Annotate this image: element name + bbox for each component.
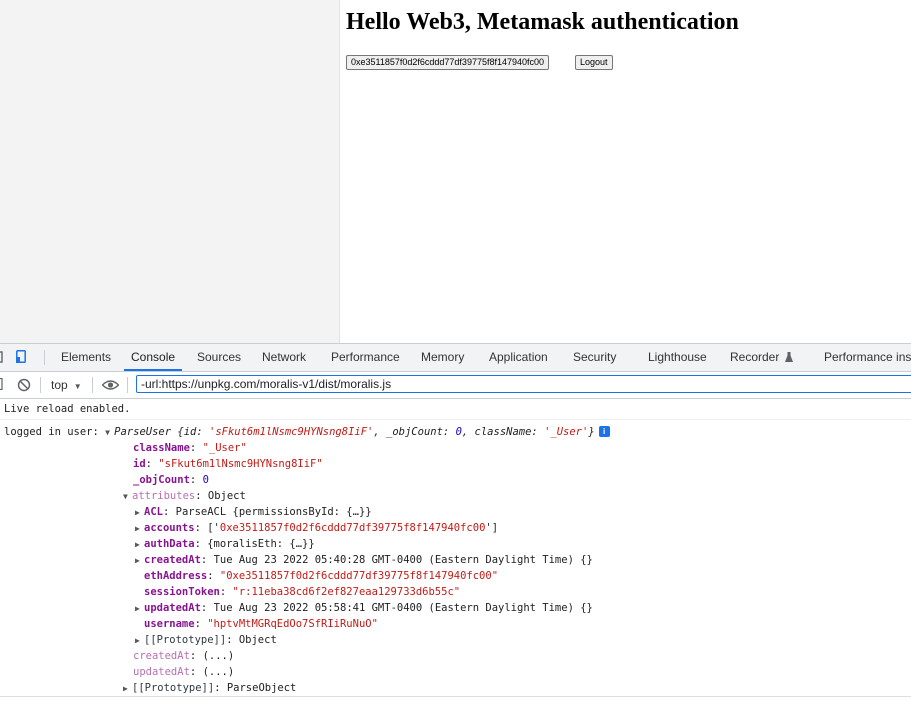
- sidebar-toggle-icon[interactable]: [0, 378, 3, 390]
- prop-classname: className: "_User": [133, 442, 247, 454]
- tab-separator: [44, 350, 45, 365]
- page-title: Hello Web3, Metamask authentication: [346, 9, 739, 35]
- logout-button[interactable]: Logout: [575, 55, 613, 70]
- tab-elements[interactable]: Elements: [61, 344, 111, 371]
- tab-network[interactable]: Network: [262, 344, 306, 371]
- console-message-user-log: logged in user: ▼ ParseUser {id: 'sFkut6m…: [0, 420, 911, 700]
- context-selector[interactable]: top ▼: [51, 376, 82, 394]
- log-prefix: logged in user:: [4, 426, 99, 438]
- prop-id: id: "sFkut6m1lNsmc9HYNsng8IiF": [133, 458, 323, 470]
- expand-arrow-icon[interactable]: ▼: [105, 425, 114, 441]
- getter-updatedat[interactable]: updatedAt: (...): [133, 664, 234, 680]
- devtools-tab-bar: Elements Console Sources Network Perform…: [0, 344, 911, 372]
- object-type[interactable]: ParseUser: [114, 426, 171, 438]
- collapse-arrow-icon: ▶: [135, 508, 140, 517]
- tab-sources[interactable]: Sources: [197, 344, 241, 371]
- flask-icon: [784, 352, 793, 362]
- device-toolbar-icon[interactable]: [16, 350, 26, 363]
- attr-acl[interactable]: ▶ ACL: ParseACL {permissionsById: {…}}: [135, 504, 372, 520]
- console-filter-input[interactable]: [136, 375, 911, 393]
- collapse-arrow-icon: ▶: [123, 684, 128, 693]
- attr-updatedat[interactable]: ▶ updatedAt: Tue Aug 23 2022 05:58:41 GMT…: [135, 600, 593, 616]
- collapse-arrow-icon: ▶: [135, 540, 140, 549]
- console-message-live-reload: Live reload enabled.: [0, 399, 911, 420]
- toolbar-separator: [40, 377, 41, 393]
- clear-console-icon[interactable]: [17, 378, 31, 392]
- tab-application[interactable]: Application: [489, 344, 548, 371]
- left-empty-pane: [0, 0, 340, 343]
- context-selector-value: top: [51, 378, 68, 392]
- object-summary: {id: 'sFkut6m1lNsmc9HYNsng8IiF', _objCou…: [177, 426, 595, 438]
- console-output: Live reload enabled. logged in user: ▼ Pa…: [0, 399, 911, 723]
- object-prototype[interactable]: ▶ [[Prototype]]: ParseObject: [123, 680, 296, 696]
- web-page-viewport: Hello Web3, Metamask authentication 0xe3…: [340, 0, 911, 343]
- tab-performance-insights[interactable]: Performance insi: [824, 344, 911, 371]
- expand-arrow-icon: ▼: [123, 492, 128, 501]
- tab-lighthouse[interactable]: Lighthouse: [648, 344, 707, 371]
- live-reload-text: Live reload enabled.: [4, 403, 131, 415]
- live-expression-eye-icon[interactable]: [102, 379, 119, 391]
- attr-username: username: "hptvMtMGRqEdOo7SfRIiRuNuO": [144, 618, 378, 630]
- toolbar-separator: [92, 377, 93, 393]
- log-line-header: logged in user: ▼ ParseUser {id: 'sFkut6m…: [4, 424, 610, 440]
- collapse-arrow-icon: ▶: [135, 636, 140, 645]
- dropdown-arrow-icon: ▼: [73, 382, 82, 391]
- getter-createdat[interactable]: createdAt: (...): [133, 648, 234, 664]
- prop-objcount: _objCount: 0: [133, 474, 209, 486]
- wallet-address-button[interactable]: 0xe3511857f0d2f6cddd77df39775f8f147940fc…: [346, 55, 550, 70]
- collapse-arrow-icon: ▶: [135, 556, 140, 565]
- tab-memory[interactable]: Memory: [421, 344, 464, 371]
- attr-prototype[interactable]: ▶ [[Prototype]]: Object: [135, 632, 277, 648]
- attr-accounts[interactable]: ▶ accounts: ['0xe3511857f0d2f6cddd77df397…: [135, 520, 498, 536]
- tab-recorder[interactable]: Recorder: [730, 344, 793, 371]
- tab-security[interactable]: Security: [573, 344, 616, 371]
- tab-recorder-label: Recorder: [730, 350, 780, 364]
- attr-sessiontoken: sessionToken: "r:11eba38cd6f2ef827eaa129…: [144, 586, 461, 598]
- info-icon[interactable]: i: [598, 426, 610, 437]
- attr-ethaddress: ethAddress: "0xe3511857f0d2f6cddd77df397…: [144, 570, 499, 582]
- prop-attributes[interactable]: ▼ attributes: Object: [123, 488, 246, 504]
- devtools-panel: Elements Console Sources Network Perform…: [0, 343, 911, 723]
- collapse-arrow-icon: ▶: [135, 604, 140, 613]
- console-prompt-divider: [0, 696, 911, 697]
- inspect-element-icon[interactable]: [0, 351, 3, 363]
- collapse-arrow-icon: ▶: [135, 524, 140, 533]
- console-toolbar: top ▼: [0, 372, 911, 399]
- attr-createdat[interactable]: ▶ createdAt: Tue Aug 23 2022 05:40:28 GMT…: [135, 552, 593, 568]
- tab-console[interactable]: Console: [124, 344, 183, 371]
- attr-authdata[interactable]: ▶ authData: {moralisEth: {…}}: [135, 536, 315, 552]
- toolbar-separator: [127, 377, 128, 393]
- tab-performance[interactable]: Performance: [331, 344, 400, 371]
